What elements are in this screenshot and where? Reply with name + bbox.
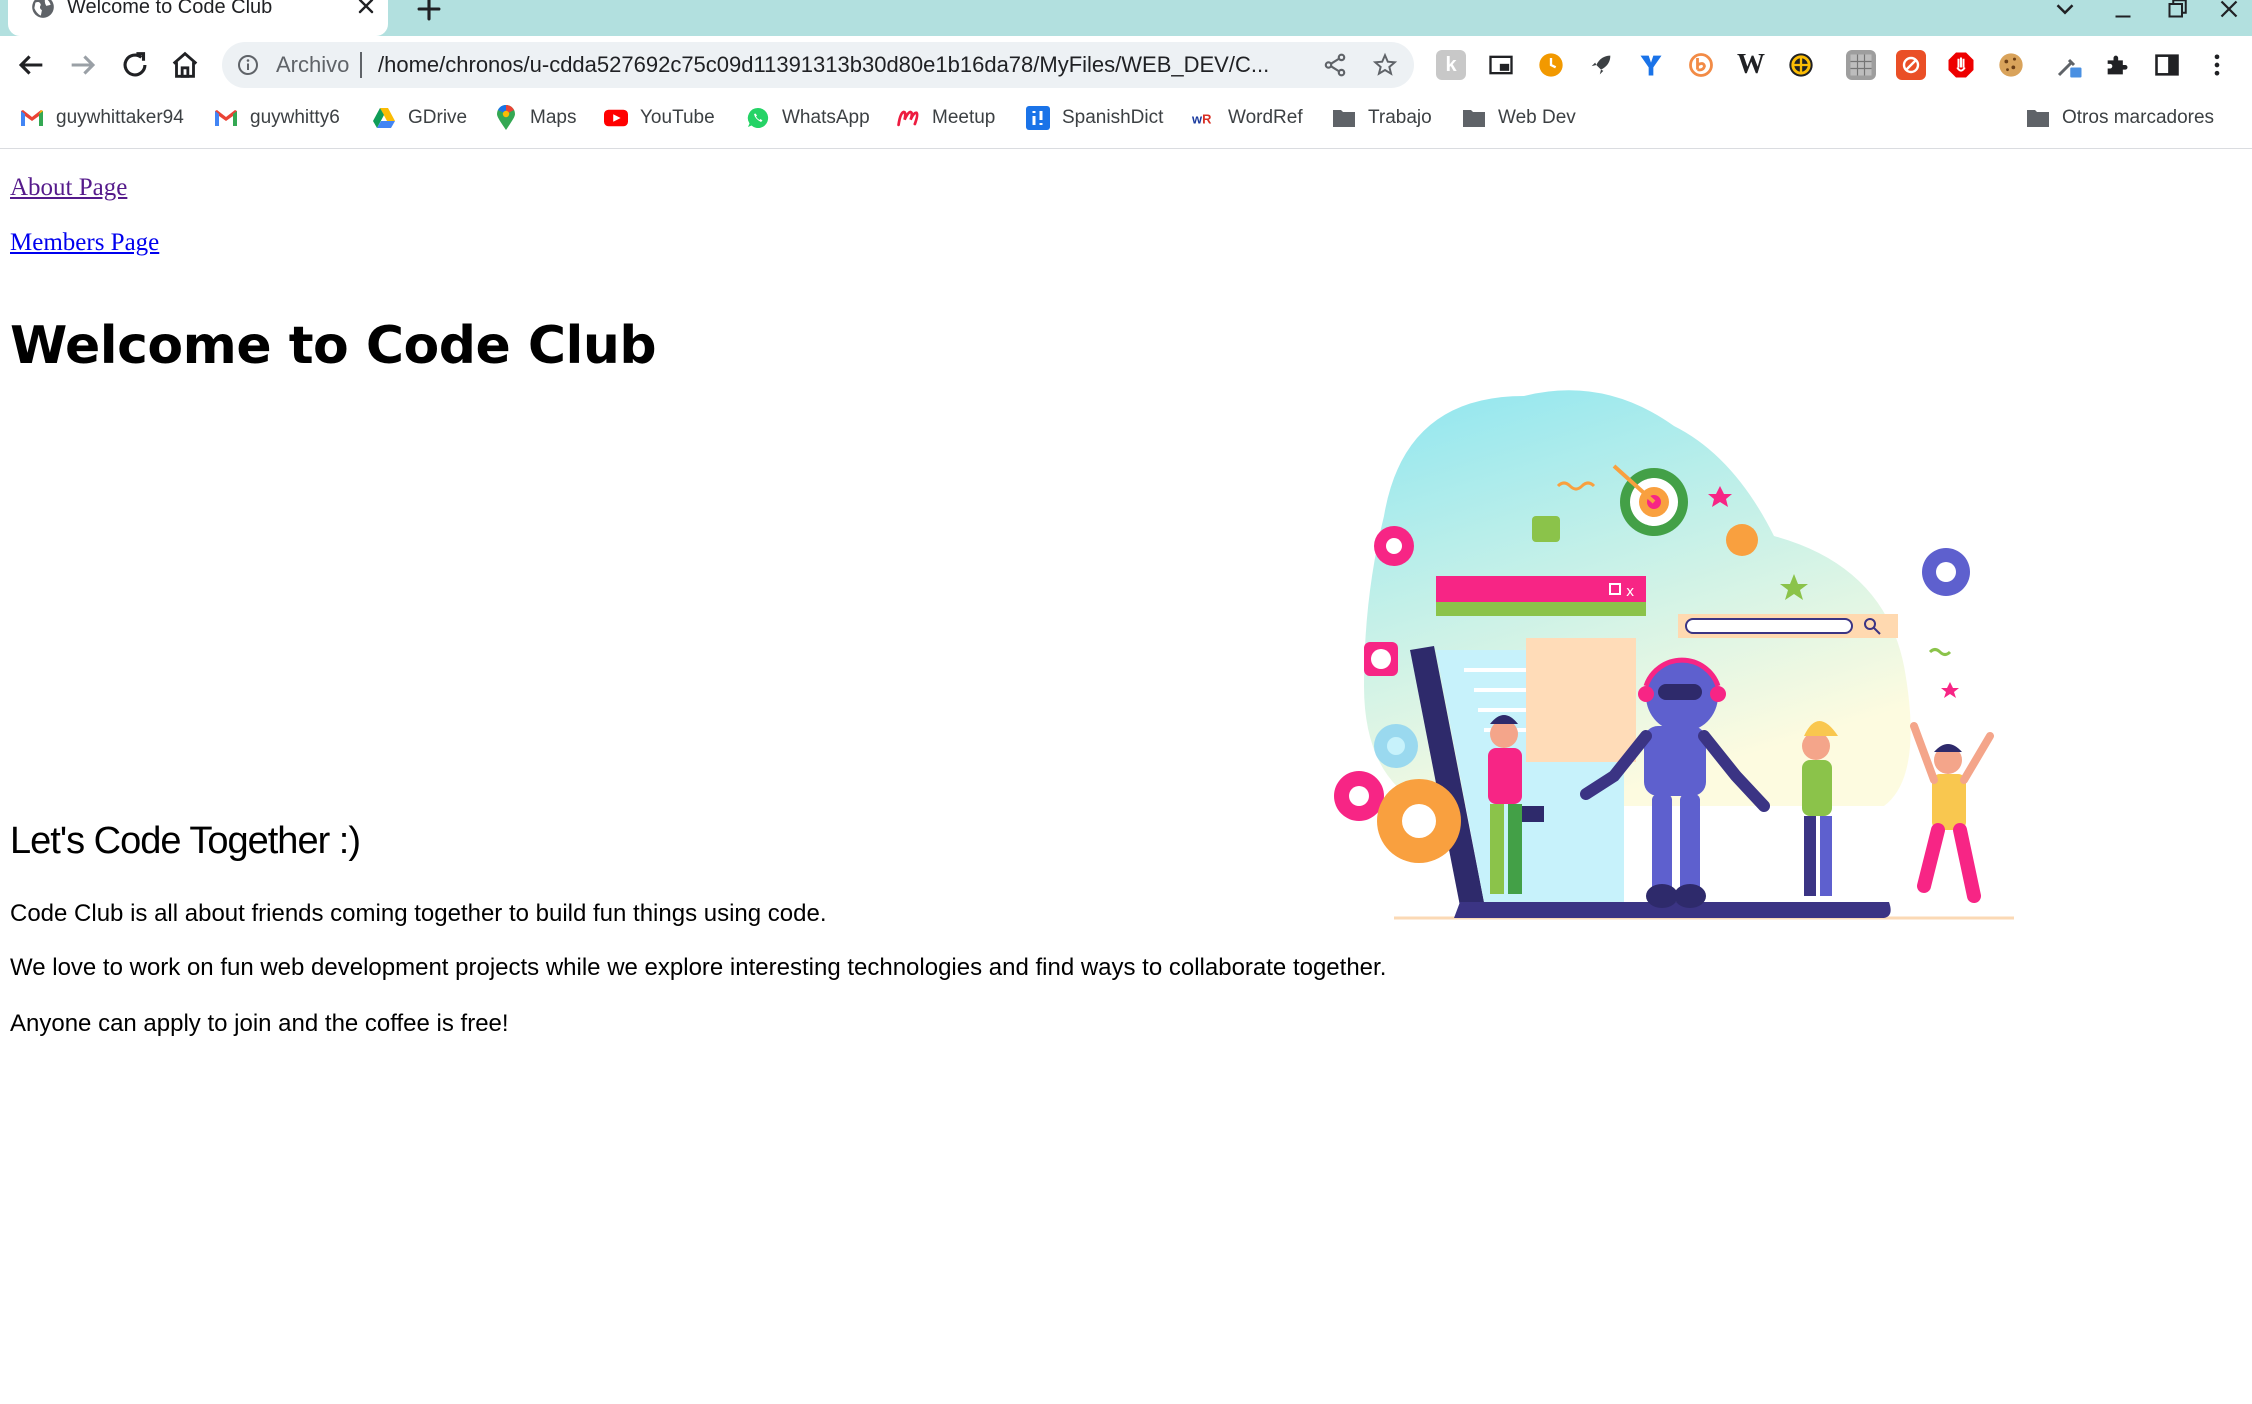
address-url[interactable]: /home/chronos/u-cdda527692c75c09d1139131… <box>378 51 1269 79</box>
forward-arrow-icon[interactable] <box>66 48 100 82</box>
bookmark-label: Trabajo <box>1368 107 1432 128</box>
address-scheme-label: Archivo <box>276 52 350 77</box>
bookmark-spanishdict[interactable]: SpanishDict <box>1026 100 1163 136</box>
bookmark-folder-trabajo[interactable]: Trabajo <box>1332 100 1432 136</box>
google-drive-icon <box>372 106 396 130</box>
bookmark-star-icon[interactable] <box>1372 52 1398 78</box>
bookmarks-bar: guywhittaker94 guywhitty6 GDrive Maps Yo… <box>0 100 2252 136</box>
bookmark-gdrive[interactable]: GDrive <box>372 100 467 136</box>
more-options-icon[interactable] <box>2202 50 2232 80</box>
clock-extension-icon[interactable] <box>1536 50 1566 80</box>
intro-paragraph: Code Club is all about friends coming to… <box>10 900 827 927</box>
bookmark-label: Maps <box>530 107 577 128</box>
bookmark-label: YouTube <box>640 107 715 128</box>
youtube-icon <box>604 106 628 130</box>
bookmark-guywhitty6[interactable]: guywhitty6 <box>214 100 340 136</box>
bookmark-label: GDrive <box>408 107 468 128</box>
bookmark-label: WhatsApp <box>782 107 870 128</box>
side-panel-icon[interactable] <box>2152 50 2182 80</box>
extensions-puzzle-icon[interactable] <box>2102 50 2132 80</box>
close-tab-icon[interactable] <box>354 0 378 18</box>
address-separator <box>360 52 362 78</box>
bookmark-folder-otros-marcadores[interactable]: Otros marcadores <box>2026 100 2214 136</box>
extension-k-icon[interactable]: k <box>1436 50 1466 80</box>
bookmark-label: guywhittaker94 <box>56 107 184 128</box>
meetup-icon <box>896 106 920 130</box>
page-title: Welcome to Code Club <box>10 316 657 376</box>
tab-search-chevron-icon[interactable] <box>2050 0 2080 24</box>
restore-icon[interactable] <box>2162 0 2192 24</box>
bookmark-meetup[interactable]: Meetup <box>896 100 995 136</box>
toolbar: Archivo /home/chronos/u-cdda527692c75c09… <box>0 36 2252 94</box>
bookmark-label: WordRef <box>1228 107 1303 128</box>
bookmark-label: Meetup <box>932 107 996 128</box>
bookmark-folder-web-dev[interactable]: Web Dev <box>1462 100 1576 136</box>
eyedropper-extension-icon[interactable] <box>2054 50 2084 80</box>
folder-icon <box>1462 106 1486 130</box>
y-extension-icon[interactable] <box>1636 50 1666 80</box>
bookmark-label: SpanishDict <box>1062 107 1164 128</box>
gmail-icon <box>20 106 44 130</box>
info-icon[interactable] <box>236 53 260 77</box>
home-icon[interactable] <box>168 48 202 82</box>
projects-paragraph: We love to work on fun web development p… <box>10 954 1387 981</box>
block-extension-icon[interactable] <box>1896 50 1926 80</box>
minimize-icon[interactable] <box>2108 0 2138 24</box>
bookmark-youtube[interactable]: YouTube <box>604 100 715 136</box>
close-window-icon[interactable] <box>2214 0 2244 24</box>
rocket-extension-icon[interactable] <box>1586 50 1616 80</box>
reload-icon[interactable] <box>118 48 152 82</box>
wordreference-icon: wR <box>1192 106 1216 130</box>
join-paragraph: Anyone can apply to join and the coffee … <box>10 1010 509 1037</box>
wikipedia-icon[interactable]: W <box>1736 49 1766 80</box>
picture-in-picture-icon[interactable] <box>1486 50 1516 80</box>
tab-strip: Welcome to Code Club <box>0 0 2252 36</box>
bookmark-label: Web Dev <box>1498 107 1576 128</box>
page-content: About Page Members Page Welcome to Code … <box>0 148 2252 1404</box>
folder-icon <box>1332 106 1356 130</box>
spanishdict-icon <box>1026 106 1050 130</box>
bookmark-guywhittaker94[interactable]: guywhittaker94 <box>20 100 184 136</box>
new-tab-icon[interactable] <box>412 0 446 26</box>
adblock-extension-icon[interactable] <box>1946 50 1976 80</box>
gmail-icon <box>214 106 238 130</box>
address-bar[interactable]: Archivo /home/chronos/u-cdda527692c75c09… <box>222 42 1414 88</box>
members-page-link[interactable]: Members Page <box>10 229 159 257</box>
active-tab[interactable]: Welcome to Code Club <box>8 0 388 36</box>
bookmark-maps[interactable]: Maps <box>494 100 576 136</box>
share-icon[interactable] <box>1322 52 1348 78</box>
about-page-link[interactable]: About Page <box>10 174 127 202</box>
b-extension-icon[interactable] <box>1686 50 1716 80</box>
svg-text:R: R <box>1202 112 1212 127</box>
whatsapp-icon <box>746 106 770 130</box>
bookmark-whatsapp[interactable]: WhatsApp <box>746 100 870 136</box>
section-heading: Let's Code Together :) <box>10 820 361 862</box>
globe-icon <box>32 0 54 18</box>
grid-extension-icon[interactable] <box>1846 50 1876 80</box>
browser-chrome: Welcome to Code Club Archivo /home/chron… <box>0 0 2252 149</box>
svg-text:x: x <box>1626 584 1634 600</box>
code-club-illustration: x <box>1334 390 2014 920</box>
bookmark-wordref[interactable]: wR WordRef <box>1192 100 1303 136</box>
bookmark-label: guywhitty6 <box>250 107 340 128</box>
google-maps-icon <box>494 105 518 130</box>
tab-title: Welcome to Code Club <box>67 0 273 18</box>
folder-icon <box>2026 106 2050 130</box>
cookie-extension-icon[interactable] <box>1996 50 2026 80</box>
bookmark-label: Otros marcadores <box>2062 107 2215 128</box>
ball-extension-icon[interactable] <box>1786 50 1816 80</box>
back-arrow-icon[interactable] <box>14 48 48 82</box>
